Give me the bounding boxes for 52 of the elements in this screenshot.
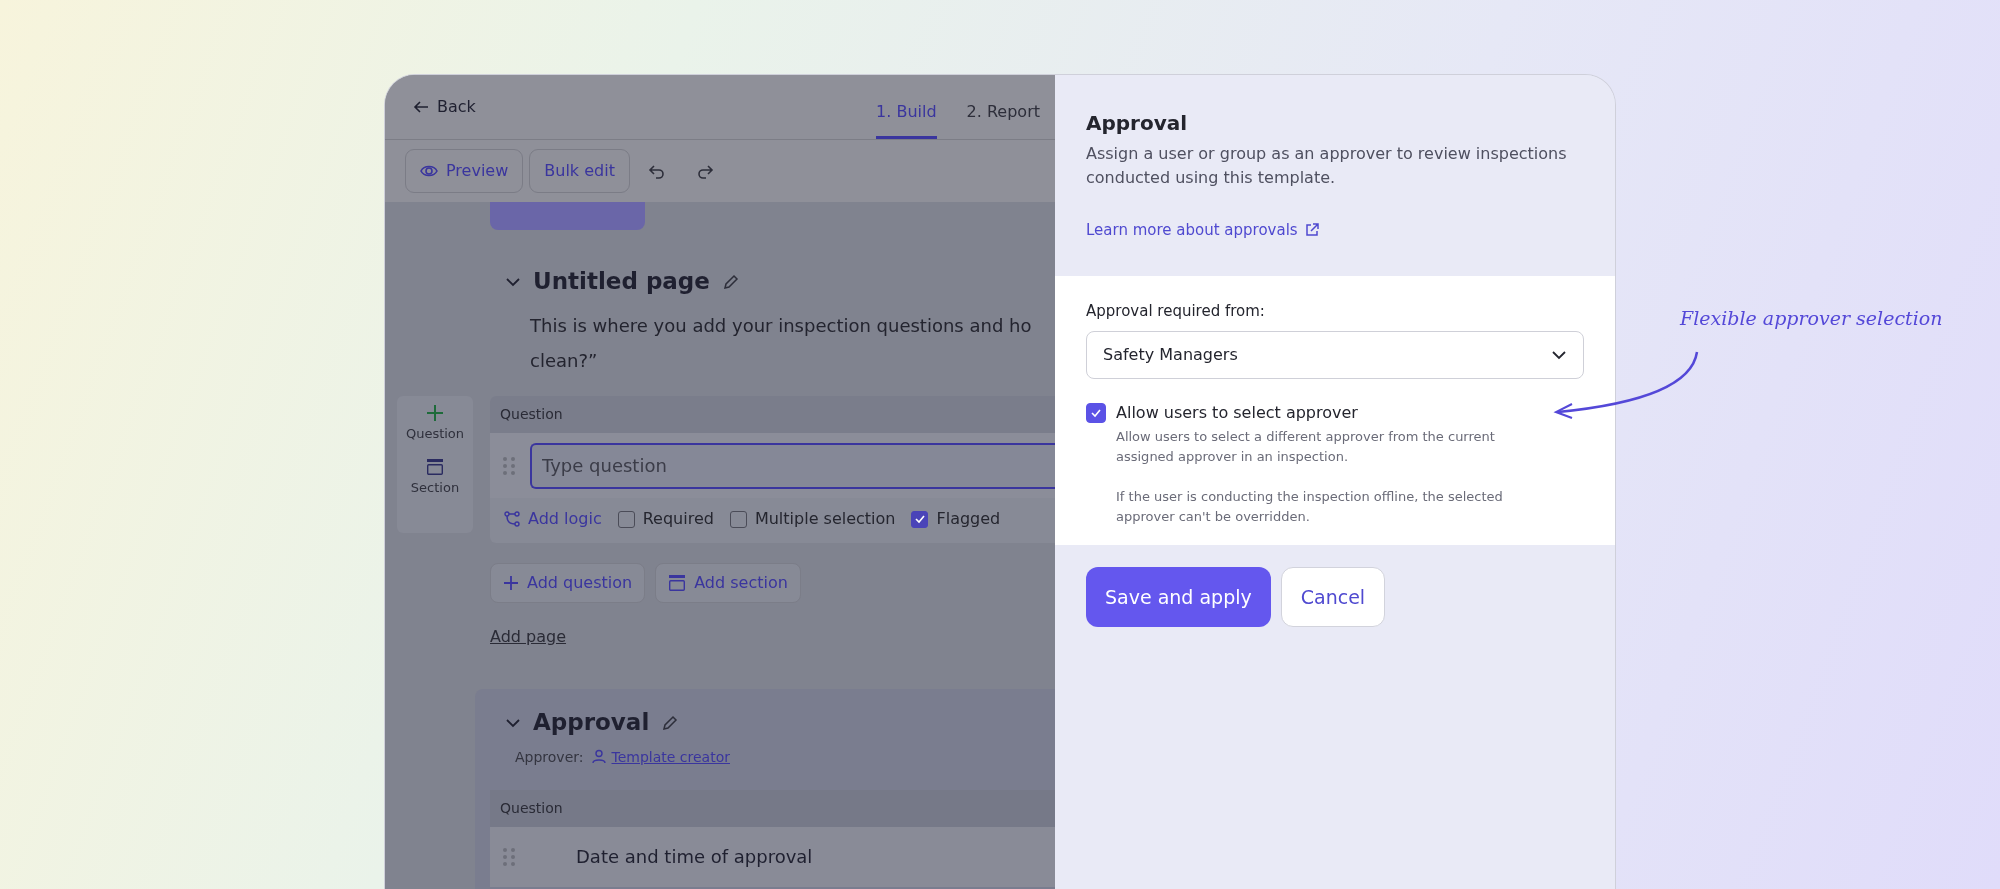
add-section-button[interactable]: Add section [655,563,801,603]
add-page-link[interactable]: Add page [490,625,567,649]
plus-icon [426,404,444,422]
redo-icon [695,162,714,181]
pencil-icon [721,273,740,292]
panel-description: Assign a user or group as an approver to review inspections conducted using this template. [1086,143,1568,189]
checkbox-label: Required [642,508,714,530]
approval-title: Approval [533,709,650,737]
question-label: Question [490,396,1055,433]
back-button[interactable]: Back [413,95,476,120]
preview-button[interactable]: Preview [405,149,524,194]
external-link-icon [1303,222,1320,239]
checkbox[interactable] [1086,402,1106,423]
approver-select[interactable]: Safety Managers [1086,330,1584,379]
page-title: Untitled page [533,268,710,296]
section-icon [668,574,687,592]
drag-handle-icon [502,455,516,476]
checkbox[interactable] [729,510,747,528]
help-text: Allow users to select a different approver from the current assigned approver in an inspection. [1116,427,1496,466]
annotation-text: Flexible approver selection [1680,306,1943,331]
question-label: Question [490,789,1055,827]
add-question-button[interactable]: Add question [490,563,646,603]
pencil-icon [661,713,680,732]
check-icon [914,513,926,525]
checkbox-label: Allow users to select approver [1116,401,1359,424]
page-description: This is where you add your inspection questions and ho [530,314,1033,338]
checkbox[interactable] [911,510,929,528]
checkbox-label: Flagged [936,508,1001,530]
help-text: If the user is conducting the inspection offline, the selected approver can't be overridden. [1116,487,1504,526]
panel-title: Approval [1086,111,1189,135]
question-text: Date and time of approval [576,845,813,870]
approver-label: Approver: [515,747,584,767]
field-label: Approval required from: [1086,301,1266,322]
drag-handle-icon [502,846,516,867]
section-icon [426,457,444,476]
bulk-edit-button[interactable]: Bulk edit [529,149,630,194]
checkbox[interactable] [617,510,635,528]
approver-link[interactable]: Template creator [591,746,730,768]
question-input[interactable]: Type question [530,442,1055,489]
tab[interactable]: 2. Report [966,100,1040,140]
undo-icon [647,162,666,181]
plus-icon [503,575,519,591]
page-description: clean?” [530,349,599,373]
cancel-button[interactable]: Cancel [1280,566,1386,627]
person-icon [591,749,606,766]
logic-icon [504,511,520,527]
add-section-tool[interactable]: Section [410,457,460,497]
add-logic-link[interactable]: Add logic [504,507,602,531]
checkbox-label: Multiple selection [754,508,896,530]
add-question-tool[interactable]: Question [405,404,465,444]
learn-more-link[interactable]: Learn more about approvals [1086,219,1320,242]
save-button[interactable]: Save and apply [1086,566,1271,627]
